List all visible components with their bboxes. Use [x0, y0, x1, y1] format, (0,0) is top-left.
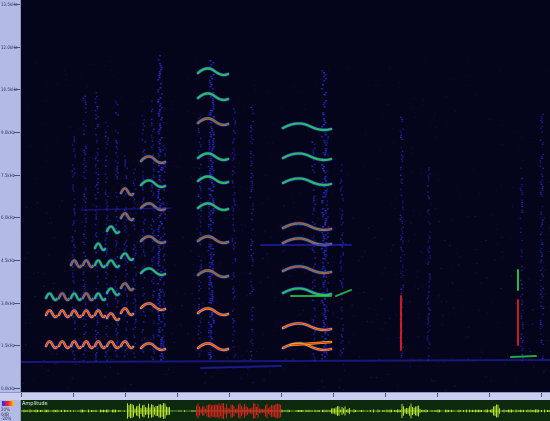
time-tick [489, 393, 490, 397]
frequency-tick [14, 89, 20, 91]
time-tick [125, 393, 126, 397]
frequency-label: 9.0kHz [1, 130, 15, 135]
amplitude-title: Amplitude [22, 401, 48, 407]
amp-scale-bot: -20% [1, 416, 12, 421]
frequency-tick [14, 388, 20, 389]
frequency-label: 7.5kHz [1, 172, 15, 178]
time-tick [541, 393, 542, 397]
frequency-ruler: 13.5kHz 12.0kHz 10.5kHz 9.0kHz 7.5kHz 6.0kHz 4… [0, 0, 21, 392]
amplitude-waveform[interactable] [21, 400, 550, 421]
time-tick [229, 393, 230, 397]
frequency-tick [14, 302, 20, 304]
frequency-tick [14, 4, 20, 5]
spectrogram-app: 13.5kHz 12.0kHz 10.5kHz 9.0kHz 7.5kHz 6.0kHz 4… [0, 0, 550, 421]
frequency-label: 4.5kHz [1, 258, 15, 263]
time-tick [281, 393, 282, 397]
spectrogram-canvas[interactable] [21, 0, 550, 392]
time-tick [21, 393, 22, 397]
frequency-tick [14, 260, 20, 261]
frequency-label: 6.0kHz [1, 215, 15, 221]
color-scale-icon [2, 401, 14, 406]
frequency-label: 1.5kHz [1, 343, 15, 349]
amplitude-scale: 20% 0dB -20% [0, 400, 21, 421]
time-tick [385, 393, 386, 397]
frequency-tick [14, 132, 20, 133]
frequency-tick [14, 217, 20, 219]
frequency-label: 0.0kHz [1, 386, 15, 391]
frequency-label: 3.0kHz [1, 300, 15, 306]
time-tick [73, 393, 74, 397]
frequency-tick [14, 174, 20, 176]
time-tick [437, 393, 438, 397]
spectrogram-view[interactable] [21, 0, 550, 392]
frequency-tick [14, 46, 20, 48]
amplitude-panel[interactable]: 20% 0dB -20% Amplitude [0, 400, 550, 421]
time-tick [177, 393, 178, 397]
frequency-tick [14, 345, 20, 347]
time-tick [333, 393, 334, 397]
